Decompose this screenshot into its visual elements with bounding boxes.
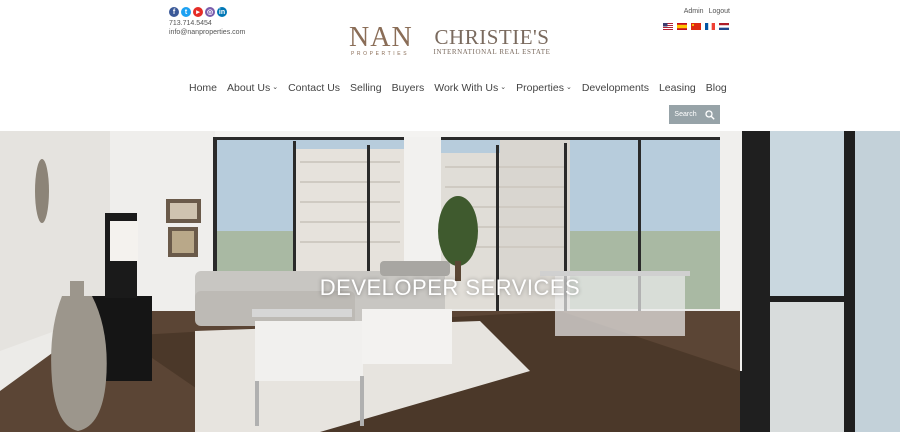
nav-item-label: Leasing	[658, 82, 696, 94]
language-flags	[663, 23, 729, 30]
cn-flag-icon[interactable]	[691, 23, 701, 30]
nav-item-label: About Us	[227, 82, 271, 94]
social-links: f t ▸ ◎ in	[169, 7, 227, 17]
nav-item-properties[interactable]: Properties ⌄	[516, 82, 572, 94]
nan-logo-word: NAN	[349, 22, 413, 53]
nav-item-label: Properties	[516, 82, 564, 94]
hero-title: DEVELOPER SERVICES	[319, 275, 581, 300]
nav-item-leasing[interactable]: Leasing	[659, 82, 696, 94]
nav-item-selling[interactable]: Selling	[350, 82, 382, 94]
email-link[interactable]: info@nanproperties.com	[169, 28, 245, 37]
facebook-icon[interactable]: f	[169, 7, 179, 17]
nav-item-developments[interactable]: Developments	[582, 82, 649, 94]
fr-flag-icon[interactable]	[705, 23, 715, 30]
linkedin-icon[interactable]: in	[217, 7, 227, 17]
nav-item-work-with-us[interactable]: Work With Us ⌄	[434, 82, 506, 94]
chevron-down-icon: ⌄	[565, 84, 572, 91]
christies-logo[interactable]: CHRISTIE'S INTERNATIONAL REAL ESTATE	[431, 25, 553, 57]
phone-link[interactable]: 713.714.5454	[169, 19, 245, 28]
search-icon	[704, 109, 715, 120]
site-header: f t ▸ ◎ in 713.714.5454 info@nanproperti…	[0, 0, 900, 131]
youtube-icon[interactable]: ▸	[193, 7, 203, 17]
nav-item-label: Contact Us	[288, 82, 341, 94]
nav-item-label: Selling	[350, 82, 382, 94]
search-label: Search	[674, 111, 697, 118]
nav-item-label: Developments	[581, 82, 649, 94]
nav-item-label: Work With Us	[434, 82, 499, 94]
instagram-icon[interactable]: ◎	[205, 7, 215, 17]
nav-item-label: Blog	[705, 82, 727, 94]
nav-item-contact-us[interactable]: Contact Us	[288, 82, 340, 94]
logout-link[interactable]: Logout	[709, 8, 730, 15]
nan-logo-sub: PROPERTIES	[351, 51, 410, 57]
nav-item-home[interactable]: Home	[189, 82, 217, 94]
christies-logo-word: CHRISTIE'S	[434, 25, 550, 49]
account-links: Admin Logout	[684, 8, 730, 15]
nl-flag-icon[interactable]	[719, 23, 729, 30]
chevron-down-icon: ⌄	[272, 84, 279, 91]
contact-info: 713.714.5454 info@nanproperties.com	[169, 19, 245, 37]
twitter-icon[interactable]: t	[181, 7, 191, 17]
nav-item-about-us[interactable]: About Us ⌄	[227, 82, 278, 94]
main-nav: Home About Us ⌄ Contact Us Selling Buyers…	[189, 82, 737, 94]
nav-item-blog[interactable]: Blog	[706, 82, 727, 94]
hero-banner: DEVELOPER SERVICES	[0, 131, 900, 432]
nan-properties-logo[interactable]: NAN PROPERTIES	[349, 22, 413, 60]
nav-item-buyers[interactable]: Buyers	[392, 82, 425, 94]
nav-item-label: Home	[189, 82, 218, 94]
us-flag-icon[interactable]	[663, 23, 673, 30]
christies-logo-sub: INTERNATIONAL REAL ESTATE	[433, 48, 551, 56]
admin-link[interactable]: Admin	[684, 8, 704, 15]
search-button[interactable]: Search	[669, 105, 720, 124]
es-flag-icon[interactable]	[677, 23, 687, 30]
chevron-down-icon: ⌄	[500, 84, 507, 91]
nav-item-label: Buyers	[391, 82, 425, 94]
